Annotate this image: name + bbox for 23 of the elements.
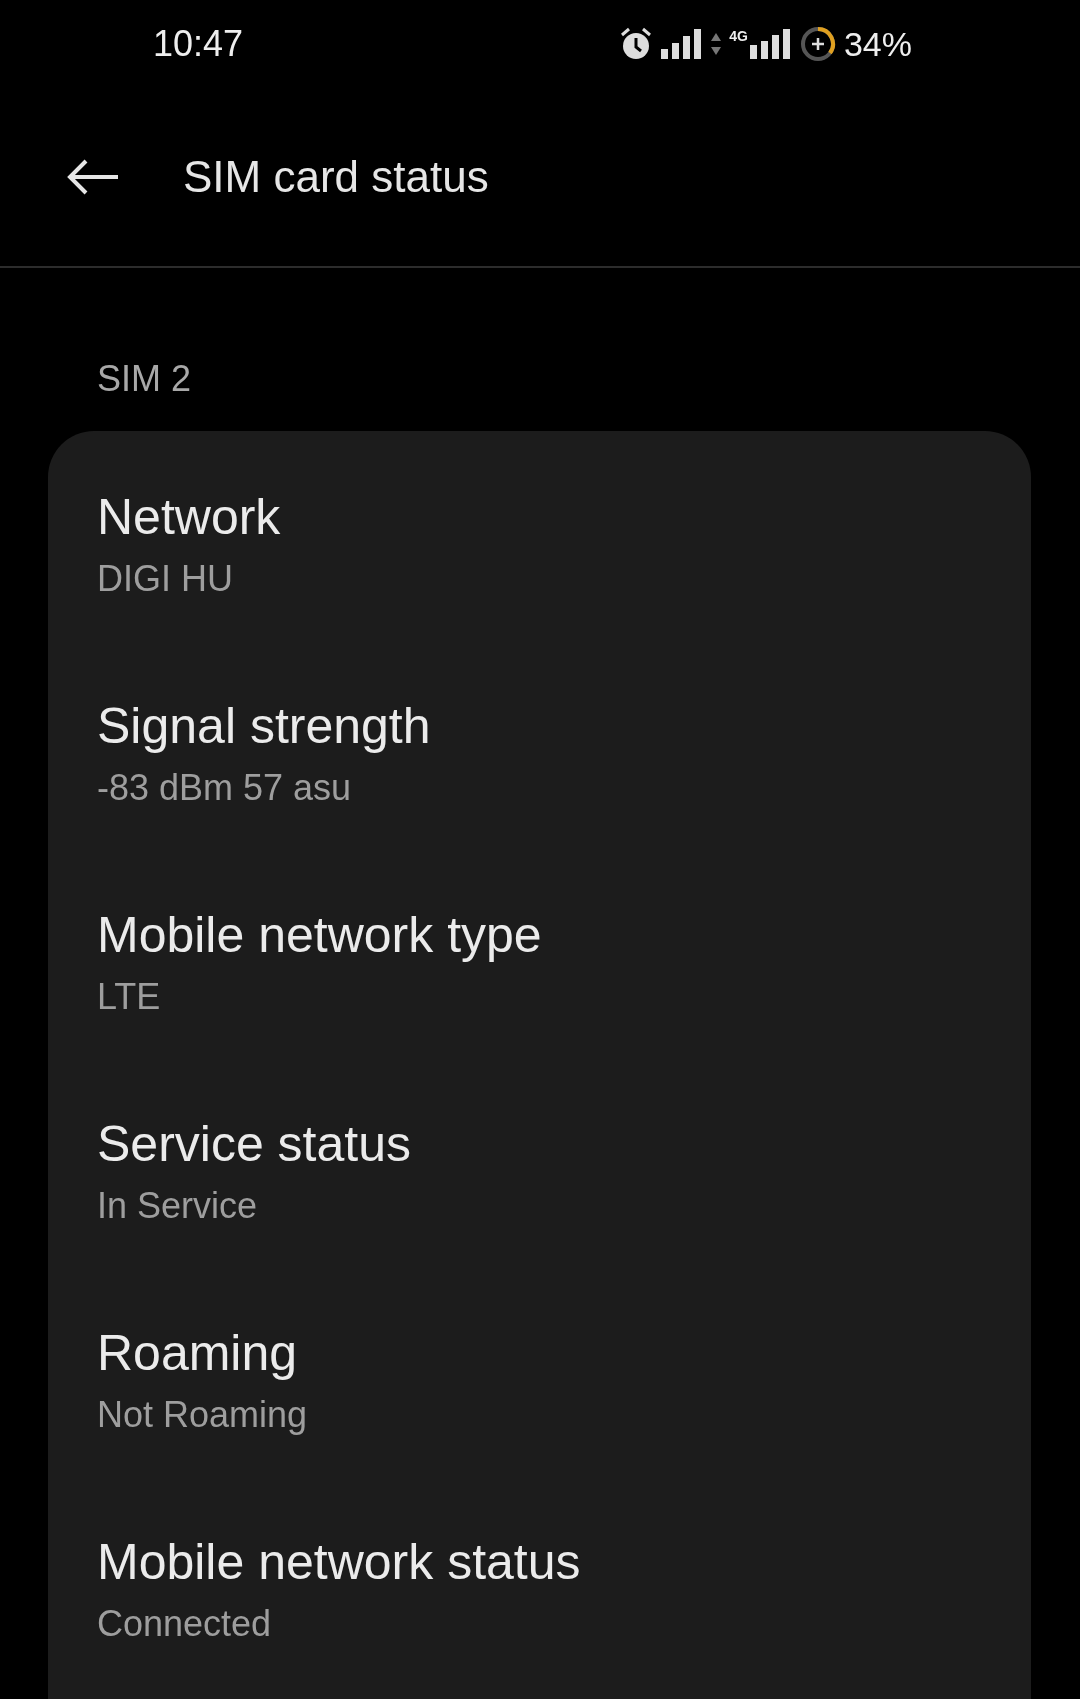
item-title: Mobile network status: [97, 1533, 582, 1592]
data-arrows-icon: [711, 33, 722, 55]
signal-icon: [749, 29, 792, 59]
item-value: In Service: [97, 1184, 259, 1228]
item-title: Roaming: [97, 1324, 299, 1383]
item-value: DIGI HU: [97, 557, 234, 601]
item-title: Network: [97, 488, 282, 547]
battery-percentage: 34%: [843, 27, 912, 61]
item-title: Signal strength: [97, 697, 432, 756]
alarm-clock-icon: [619, 27, 654, 61]
item-value: -83 dBm 57 asu: [97, 766, 353, 810]
page-title: SIM card status: [183, 151, 489, 203]
back-button[interactable]: [66, 159, 120, 195]
clock-time: 10:47: [153, 26, 244, 62]
battery-ring-icon: [799, 26, 836, 62]
item-value: LTE: [97, 975, 162, 1019]
network-type-label: 4G: [729, 29, 748, 43]
item-title: Service status: [97, 1115, 412, 1174]
signal-icon: [661, 29, 704, 59]
item-title: Mobile network type: [97, 906, 543, 965]
item-value: Not Roaming: [97, 1393, 309, 1437]
section-header: SIM 2: [96, 357, 193, 401]
item-value: Connected: [97, 1602, 273, 1646]
